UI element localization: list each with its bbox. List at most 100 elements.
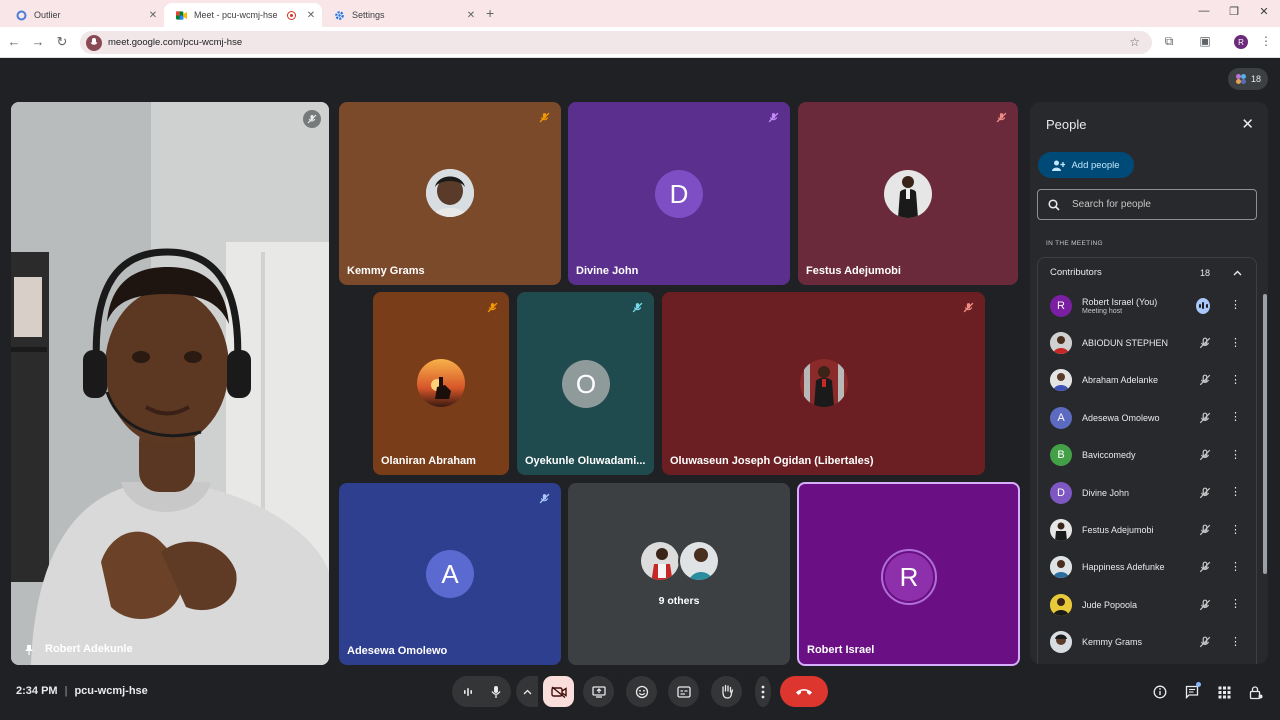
participant-row[interactable]: A Adesewa Omolewo ⋮ [1038, 399, 1256, 436]
video-tile-olaniran-abraham[interactable]: Olaniran Abraham [373, 292, 509, 475]
microphone-icon [490, 685, 501, 698]
video-tile-robert-adekunle[interactable]: Robert Adekunle [11, 102, 329, 665]
video-tile-oluwaseun-joseph-ogidan[interactable]: Oluwaseun Joseph Ogidan (Libertales) [662, 292, 985, 475]
participant-row[interactable]: ABIODUN STEPHEN ⋮ [1038, 324, 1256, 361]
tab-title: Meet - pcu-wcmj-hse [194, 10, 278, 20]
participant-count: 18 [1250, 74, 1261, 84]
recording-icon [287, 10, 296, 20]
avatar-photo [1050, 332, 1072, 355]
video-tile-others[interactable]: 9 others [568, 483, 790, 665]
close-icon[interactable]: ✕ [304, 10, 318, 21]
audio-level-button[interactable] [452, 676, 483, 707]
new-tab-icon[interactable]: + [486, 5, 494, 21]
avatar-photo [1050, 556, 1072, 579]
profile-avatar[interactable]: R [1234, 35, 1248, 49]
leave-call-button[interactable] [780, 676, 828, 707]
participant-row[interactable]: Jude Popoola ⋮ [1038, 586, 1256, 623]
chevron-up-icon[interactable] [1233, 268, 1242, 278]
video-tile-robert-israel[interactable]: R Robert Israel [797, 482, 1020, 666]
forward-icon[interactable]: → [30, 34, 46, 49]
participant-name: Adesewa Omolewo [347, 645, 448, 657]
reload-icon[interactable]: ↻ [54, 34, 70, 50]
restore-icon[interactable]: ❐ [1224, 5, 1244, 18]
avatar [417, 359, 465, 407]
participant-row[interactable]: Kemmy Grams ⋮ [1038, 624, 1256, 661]
search-input[interactable] [1072, 199, 1242, 210]
audio-level-icon [463, 687, 472, 696]
raise-hand-button[interactable] [711, 676, 742, 707]
activities-button[interactable] [1216, 684, 1232, 700]
panel-scrollbar[interactable] [1263, 294, 1267, 574]
more-options-icon[interactable]: ⋮ [1230, 374, 1241, 386]
omnibox[interactable]: meet.google.com/pcu-wcmj-hse ☆ [80, 31, 1152, 54]
mic-off-icon [303, 110, 321, 128]
avatar: A [1050, 406, 1072, 429]
more-options-button[interactable] [755, 676, 771, 707]
lock-person-icon [1249, 685, 1263, 699]
tab-outlier[interactable]: Outlier ✕ [4, 3, 164, 27]
close-icon[interactable]: ✕ [1241, 115, 1254, 133]
tab-meet[interactable]: Meet - pcu-wcmj-hse ✕ [164, 3, 322, 27]
more-options-icon[interactable]: ⋮ [1230, 412, 1241, 423]
reactions-button[interactable] [626, 676, 657, 707]
address-bar-row: ← → ↻ meet.google.com/pcu-wcmj-hse ☆ ⧉ ▣… [0, 27, 1280, 58]
participant-row[interactable]: Happiness Adefunke ⋮ [1038, 549, 1256, 586]
site-info-icon[interactable] [86, 34, 102, 51]
avatar: A [426, 550, 474, 598]
search-box[interactable] [1037, 189, 1257, 220]
close-icon[interactable]: ✕ [464, 10, 478, 21]
raise-hand-icon [721, 684, 733, 699]
camera-toggle-button[interactable] [543, 676, 574, 707]
avatar [426, 169, 474, 217]
meeting-time: 2:34 PM [16, 685, 58, 697]
more-options-icon[interactable]: ⋮ [1230, 561, 1241, 573]
more-options-icon[interactable]: ⋮ [1230, 599, 1241, 610]
captions-button[interactable] [668, 676, 699, 707]
extensions-icon[interactable]: ⧉ [1161, 34, 1177, 49]
back-icon[interactable]: ← [6, 34, 22, 49]
mic-off-icon [537, 491, 551, 505]
participant-row[interactable]: Festus Adejumobi ⋮ [1038, 511, 1256, 548]
more-options-icon[interactable]: ⋮ [1230, 337, 1241, 349]
unread-badge [1196, 682, 1201, 687]
meeting-code: pcu-wcmj-hse [74, 685, 148, 697]
browser-tab-bar: Outlier ✕ Meet - pcu-wcmj-hse ✕ Settings… [0, 0, 1280, 27]
mic-off-icon [1198, 336, 1212, 350]
video-tile-divine-john[interactable]: D Divine John [568, 102, 790, 285]
close-window-icon[interactable]: ✕ [1254, 5, 1274, 18]
mic-off-icon [994, 110, 1008, 124]
participant-row[interactable]: Abraham Adelanke ⋮ [1038, 362, 1256, 399]
participant-row[interactable]: D Divine John ⋮ [1038, 474, 1256, 511]
more-options-icon[interactable]: ⋮ [1230, 449, 1241, 461]
tab-settings[interactable]: Settings ✕ [322, 3, 482, 27]
contributors-group-header[interactable]: Contributors 18 [1037, 257, 1257, 287]
media-control-icon[interactable]: ▣ [1197, 34, 1213, 48]
host-controls-button[interactable] [1248, 684, 1264, 700]
avatar [639, 540, 681, 582]
more-options-icon[interactable]: ⋮ [1230, 524, 1241, 536]
video-tile-festus-adejumobi[interactable]: Festus Adejumobi [798, 102, 1018, 285]
avatar: R [885, 553, 933, 601]
participants-indicator[interactable]: 18 [1228, 68, 1268, 90]
participant-name: Oluwaseun Joseph Ogidan (Libertales) [670, 455, 874, 467]
video-tile-oyekunle[interactable]: O Oyekunle Oluwadami... [517, 292, 654, 475]
participant-row[interactable]: B Baviccomedy ⋮ [1038, 437, 1256, 474]
meeting-info: 2:34 PM | pcu-wcmj-hse [16, 685, 148, 697]
add-people-button[interactable]: Add people [1038, 152, 1134, 178]
video-tile-adesewa-omolewo[interactable]: A Adesewa Omolewo [339, 483, 561, 665]
end-call-icon [796, 689, 812, 695]
pin-icon [23, 643, 35, 655]
present-screen-button[interactable] [583, 676, 614, 707]
more-options-icon[interactable]: ⋮ [1230, 300, 1241, 311]
chat-button[interactable] [1184, 682, 1201, 700]
video-tile-kemmy-grams[interactable]: Kemmy Grams [339, 102, 561, 285]
more-options-icon[interactable]: ⋮ [1230, 487, 1241, 498]
more-options-icon[interactable]: ⋮ [1230, 636, 1241, 648]
microphone-button[interactable] [480, 676, 511, 707]
browser-menu-icon[interactable]: ⋮ [1258, 34, 1274, 48]
meeting-details-button[interactable] [1152, 684, 1168, 700]
minimize-icon[interactable]: — [1194, 5, 1214, 17]
close-icon[interactable]: ✕ [146, 10, 160, 21]
bookmark-star-icon[interactable]: ☆ [1129, 35, 1140, 49]
participant-row[interactable]: R Robert Israel (You) Meeting host ⋮ [1038, 287, 1256, 324]
